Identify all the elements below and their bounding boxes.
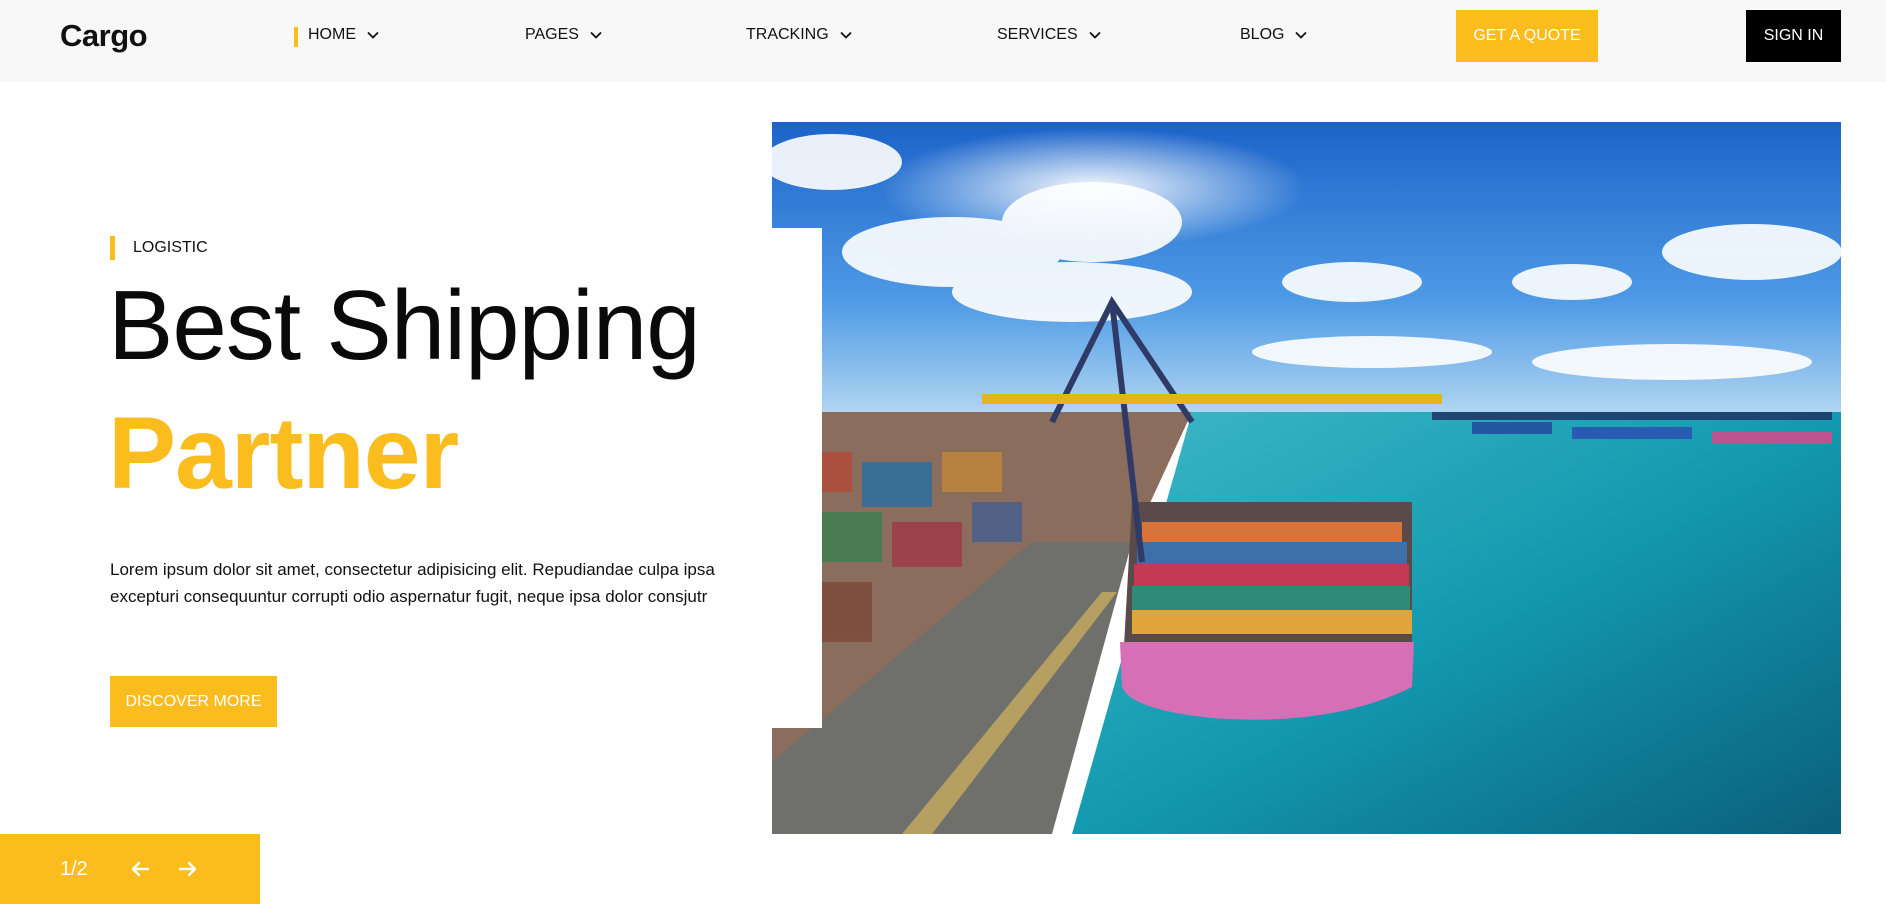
site-logo[interactable]: Cargo [60,18,148,54]
get-a-quote-button[interactable]: GET A QUOTE [1456,10,1598,62]
chevron-down-icon [1295,31,1308,39]
sign-in-button[interactable]: SIGN IN [1746,10,1841,62]
chevron-down-icon [840,31,852,39]
nav-item-label: PAGES [525,26,579,43]
nav-item-home[interactable]: HOME [294,26,380,47]
site-header: Cargo HOME PAGES TRACKING SERVICES BLOG … [0,0,1886,82]
nav-item-label: SERVICES [997,26,1078,43]
hero-title-line2: Partner [108,396,459,510]
nav-item-label: BLOG [1240,26,1285,43]
hero-eyebrow-label: LOGISTIC [133,239,208,256]
arrow-left-icon[interactable] [126,855,154,883]
container-ship-port-image [772,122,1841,834]
nav-item-blog[interactable]: BLOG [1240,26,1308,44]
chevron-down-icon [1088,31,1101,39]
slide-counter: 1/2 [60,857,88,880]
hero-title-line1: Best Shipping [108,270,701,380]
slider-controls: 1/2 [0,834,260,904]
accent-bar [110,236,115,260]
nav-item-tracking[interactable]: TRACKING [746,26,853,44]
chevron-down-icon [367,31,379,39]
nav-item-label: TRACKING [746,26,829,43]
nav-item-services[interactable]: SERVICES [997,26,1102,44]
hero-description: Lorem ipsum dolor sit amet, consectetur … [110,560,715,606]
hero-eyebrow: LOGISTIC [110,236,208,260]
hero-image [772,122,1841,834]
discover-more-button[interactable]: DISCOVER MORE [110,676,277,727]
image-notch [772,228,822,728]
chevron-down-icon [590,31,602,39]
nav-item-label: HOME [308,26,356,43]
nav-item-pages[interactable]: PAGES [525,26,603,44]
arrow-right-icon[interactable] [174,855,202,883]
